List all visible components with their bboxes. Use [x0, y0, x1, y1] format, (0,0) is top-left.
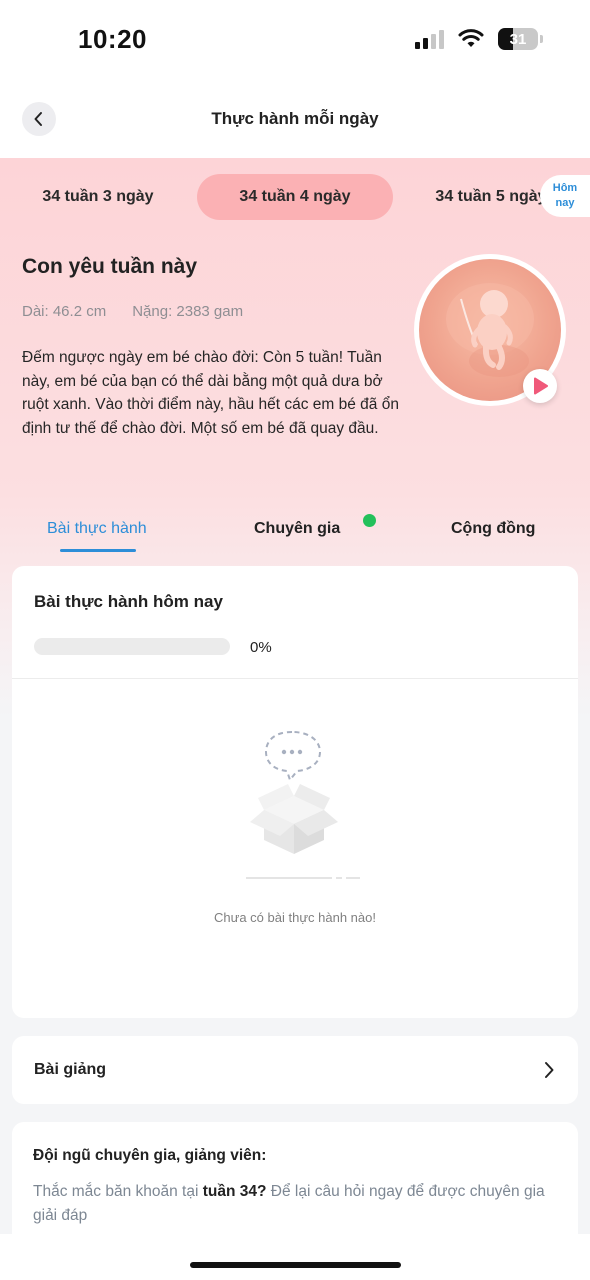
empty-state-text: Chưa có bài thực hành nào!: [214, 910, 376, 925]
notification-dot: [363, 514, 376, 527]
page-title: Thực hành mỗi ngày: [211, 109, 379, 128]
lectures-title: Bài giảng: [34, 1061, 107, 1078]
experts-card: Đội ngũ chuyên gia, giảng viên: Thắc mắc…: [12, 1122, 578, 1252]
bottom-safe-area: [0, 1234, 590, 1280]
practice-title: Bài thực hành hôm nay: [34, 592, 223, 611]
home-indicator[interactable]: [190, 1262, 401, 1268]
baby-weight: Nặng: 2383 gam: [132, 303, 244, 320]
today-label-line1: Hôm: [552, 182, 578, 194]
tab-community[interactable]: Cộng đồng: [451, 520, 535, 538]
battery-level: 31: [509, 30, 527, 48]
app-header: Thực hành mỗi ngày: [0, 80, 590, 158]
divider: [12, 678, 578, 679]
active-tab-indicator: [60, 549, 136, 552]
cellular-signal-icon: [415, 29, 444, 49]
tab-practice[interactable]: Bài thực hành: [47, 520, 147, 538]
experts-week-link: tuần 34?: [202, 1183, 267, 1200]
week-description: Đếm ngược ngày em bé chào đời: Còn 5 tuầ…: [22, 349, 399, 437]
status-time: 10:20: [78, 24, 147, 54]
progress-percent: 0%: [250, 639, 272, 656]
wifi-icon: [458, 29, 484, 47]
tab-experts[interactable]: Chuyên gia: [254, 520, 340, 538]
lectures-row[interactable]: Bài giảng: [12, 1036, 578, 1104]
experts-desc-prefix: Thắc mắc băn khoăn tại: [33, 1183, 203, 1200]
status-bar: 10:20 31: [0, 0, 590, 80]
week-tab-3-days[interactable]: 34 tuần 3 ngày: [0, 174, 196, 220]
baby-length: Dài: 46.2 cm: [22, 303, 107, 320]
week-tabs: 34 tuần 3 ngày 34 tuần 4 ngày 34 tuần 5 …: [0, 174, 590, 220]
hero-title: Con yêu tuần này: [22, 255, 198, 278]
empty-box-icon: [230, 724, 364, 894]
play-icon: [534, 377, 548, 395]
chevron-right-icon: [545, 1062, 554, 1078]
today-button[interactable]: Hôm nay: [540, 175, 590, 217]
experts-title: Đội ngũ chuyên gia, giảng viên:: [33, 1147, 267, 1164]
practice-card: Bài thực hành hôm nay 0% Chưa có bài thự…: [12, 566, 578, 1018]
battery-icon: 31: [498, 28, 543, 50]
experts-description: Thắc mắc băn khoăn tại tuần 34? Để lại c…: [33, 1180, 553, 1228]
status-icons: 31: [415, 28, 543, 50]
practice-progress-bar: [34, 638, 230, 655]
play-button[interactable]: [523, 369, 557, 403]
week-tab-4-days[interactable]: 34 tuần 4 ngày: [197, 174, 393, 220]
baby-measurements: Dài: 46.2 cm Nặng: 2383 gam: [22, 303, 243, 320]
today-label-line2: nay: [555, 197, 575, 209]
section-tabs: Bài thực hành Chuyên gia Cộng đồng: [0, 510, 590, 560]
